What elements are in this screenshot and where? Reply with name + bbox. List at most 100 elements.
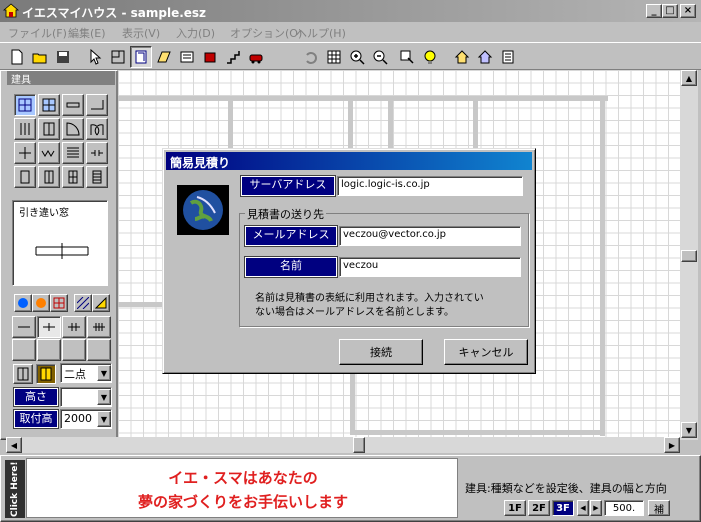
folding-door-icon[interactable] — [38, 142, 60, 164]
pointer-icon[interactable] — [84, 46, 106, 68]
blank-option-2[interactable] — [37, 339, 61, 361]
ad-banner[interactable]: イエ・スマはあなたの 夢の家づくりをお手伝いします — [26, 458, 458, 518]
dropdown-arrow-icon[interactable]: ▼ — [97, 389, 111, 405]
door-type-3-icon[interactable] — [14, 142, 36, 164]
window-type-1-icon[interactable] — [14, 94, 36, 116]
mount-height-select[interactable]: 2000 ▼ — [60, 409, 112, 429]
window-type-4-icon[interactable] — [86, 94, 108, 116]
opening-icon[interactable] — [86, 142, 108, 164]
menu-file[interactable]: ファイル(F) — [8, 25, 67, 41]
server-address-input[interactable]: logic.logic-is.co.jp — [337, 176, 523, 196]
door-type-6-icon[interactable] — [62, 166, 84, 188]
dropdown-arrow-icon[interactable]: ▼ — [97, 365, 111, 381]
object-tool-icon[interactable] — [199, 46, 221, 68]
cancel-button[interactable]: キャンセル — [444, 339, 528, 365]
menu-input[interactable]: 入力(D) — [176, 25, 215, 41]
line-style-3-icon[interactable] — [62, 316, 86, 338]
line-style-2-icon[interactable] — [37, 316, 61, 338]
scroll-right-icon[interactable]: ▶ — [664, 437, 680, 453]
line-style-4-icon[interactable] — [87, 316, 111, 338]
snap-button[interactable]: 補 — [648, 500, 670, 516]
fill-icon[interactable] — [92, 294, 110, 312]
paint-icon[interactable] — [32, 294, 50, 312]
color-icon[interactable] — [14, 294, 32, 312]
door-type-1-icon[interactable] — [14, 118, 36, 140]
floor-2-button[interactable]: 2F — [528, 500, 550, 516]
door-type-2-icon[interactable] — [38, 118, 60, 140]
scroll-down-icon[interactable]: ▼ — [681, 422, 697, 438]
zoom-out-icon[interactable] — [369, 46, 391, 68]
connect-button[interactable]: 接続 — [339, 339, 423, 365]
horizontal-scrollbar[interactable]: ◀ ▶ — [6, 437, 680, 453]
door-window-tool-icon[interactable] — [130, 46, 152, 68]
wall — [228, 96, 233, 156]
double-pane-icon[interactable] — [36, 364, 56, 384]
height-label: 高さ — [13, 387, 59, 407]
scroll-up-icon[interactable]: ▲ — [681, 70, 697, 86]
save-file-icon[interactable] — [52, 46, 74, 68]
grid-icon[interactable] — [323, 46, 345, 68]
vertical-scrollbar[interactable]: ▲ ▼ — [680, 70, 698, 440]
zoom-right-icon[interactable]: ▶ — [590, 500, 602, 516]
wall — [348, 96, 353, 156]
shutter-icon[interactable] — [62, 142, 84, 164]
blank-option-4[interactable] — [87, 339, 111, 361]
swing-door-icon[interactable] — [62, 118, 84, 140]
lightbulb-icon[interactable] — [419, 46, 441, 68]
house-view-icon[interactable] — [451, 46, 473, 68]
menu-bar: ファイル(F) 編集(E) 表示(V) 入力(D) オプション(O) ヘルプ(H… — [0, 22, 701, 41]
name-input[interactable]: veczou — [339, 257, 521, 277]
menu-view[interactable]: 表示(V) — [122, 25, 160, 41]
floor-tool-icon[interactable] — [153, 46, 175, 68]
zoom-in-icon[interactable] — [346, 46, 368, 68]
blank-option-1[interactable] — [12, 339, 36, 361]
menu-options[interactable]: オプション(O) — [230, 25, 302, 41]
zoom-left-icon[interactable]: ◀ — [577, 500, 589, 516]
note-line-1: 名前は見積書の表紙に利用されます。入力されてい — [255, 293, 484, 304]
room-tool-icon[interactable] — [107, 46, 129, 68]
status-hint: 建具:種類などを設定後、建具の幅と方向 — [465, 482, 667, 495]
menu-help[interactable]: ヘルプ(H) — [296, 25, 346, 41]
open-file-icon[interactable] — [29, 46, 51, 68]
email-input[interactable]: veczou@vector.co.jp — [339, 226, 521, 246]
click-here-tab[interactable]: Click Here! — [5, 460, 25, 518]
horizontal-scroll-thumb[interactable] — [353, 437, 365, 453]
single-pane-icon[interactable] — [13, 364, 33, 384]
minimize-button[interactable]: _ — [646, 4, 662, 18]
name-label: 名前 — [244, 256, 338, 278]
wall — [118, 96, 608, 101]
line-style-1-icon[interactable] — [12, 316, 36, 338]
height-select[interactable]: ▼ — [60, 387, 112, 407]
house-3d-icon[interactable] — [474, 46, 496, 68]
new-file-icon[interactable] — [6, 46, 28, 68]
blank-option-3[interactable] — [62, 339, 86, 361]
maximize-button[interactable]: □ — [662, 4, 678, 18]
door-type-7-icon[interactable] — [86, 166, 108, 188]
document-icon[interactable] — [497, 46, 519, 68]
menu-edit[interactable]: 編集(E) — [68, 25, 106, 41]
double-swing-door-icon[interactable] — [86, 118, 108, 140]
wall — [350, 430, 605, 435]
zoom-value[interactable]: 500. — [604, 500, 644, 516]
dropdown-arrow-icon[interactable]: ▼ — [97, 411, 111, 427]
hatch-icon[interactable] — [74, 294, 92, 312]
vertical-scroll-thumb[interactable] — [681, 250, 697, 262]
undo-icon[interactable] — [300, 46, 322, 68]
floor-1-button[interactable]: 1F — [504, 500, 526, 516]
window-type-3-icon[interactable] — [62, 94, 84, 116]
close-button[interactable]: × — [680, 4, 696, 18]
door-type-5-icon[interactable] — [38, 166, 60, 188]
preview-label: 引き違い窓 — [19, 208, 69, 219]
wall — [388, 96, 393, 156]
window-type-2-icon[interactable] — [38, 94, 60, 116]
zoom-area-icon[interactable] — [396, 46, 418, 68]
point-mode-select[interactable]: 二点 ▼ — [60, 363, 112, 383]
pattern-icon[interactable] — [50, 294, 68, 312]
floor-3-button[interactable]: 3F — [552, 500, 574, 516]
car-tool-icon[interactable] — [245, 46, 267, 68]
scroll-left-icon[interactable]: ◀ — [6, 437, 22, 453]
door-type-4-icon[interactable] — [14, 166, 36, 188]
stairs-tool-icon[interactable] — [222, 46, 244, 68]
furniture-tool-icon[interactable] — [176, 46, 198, 68]
toolbar — [0, 42, 701, 70]
